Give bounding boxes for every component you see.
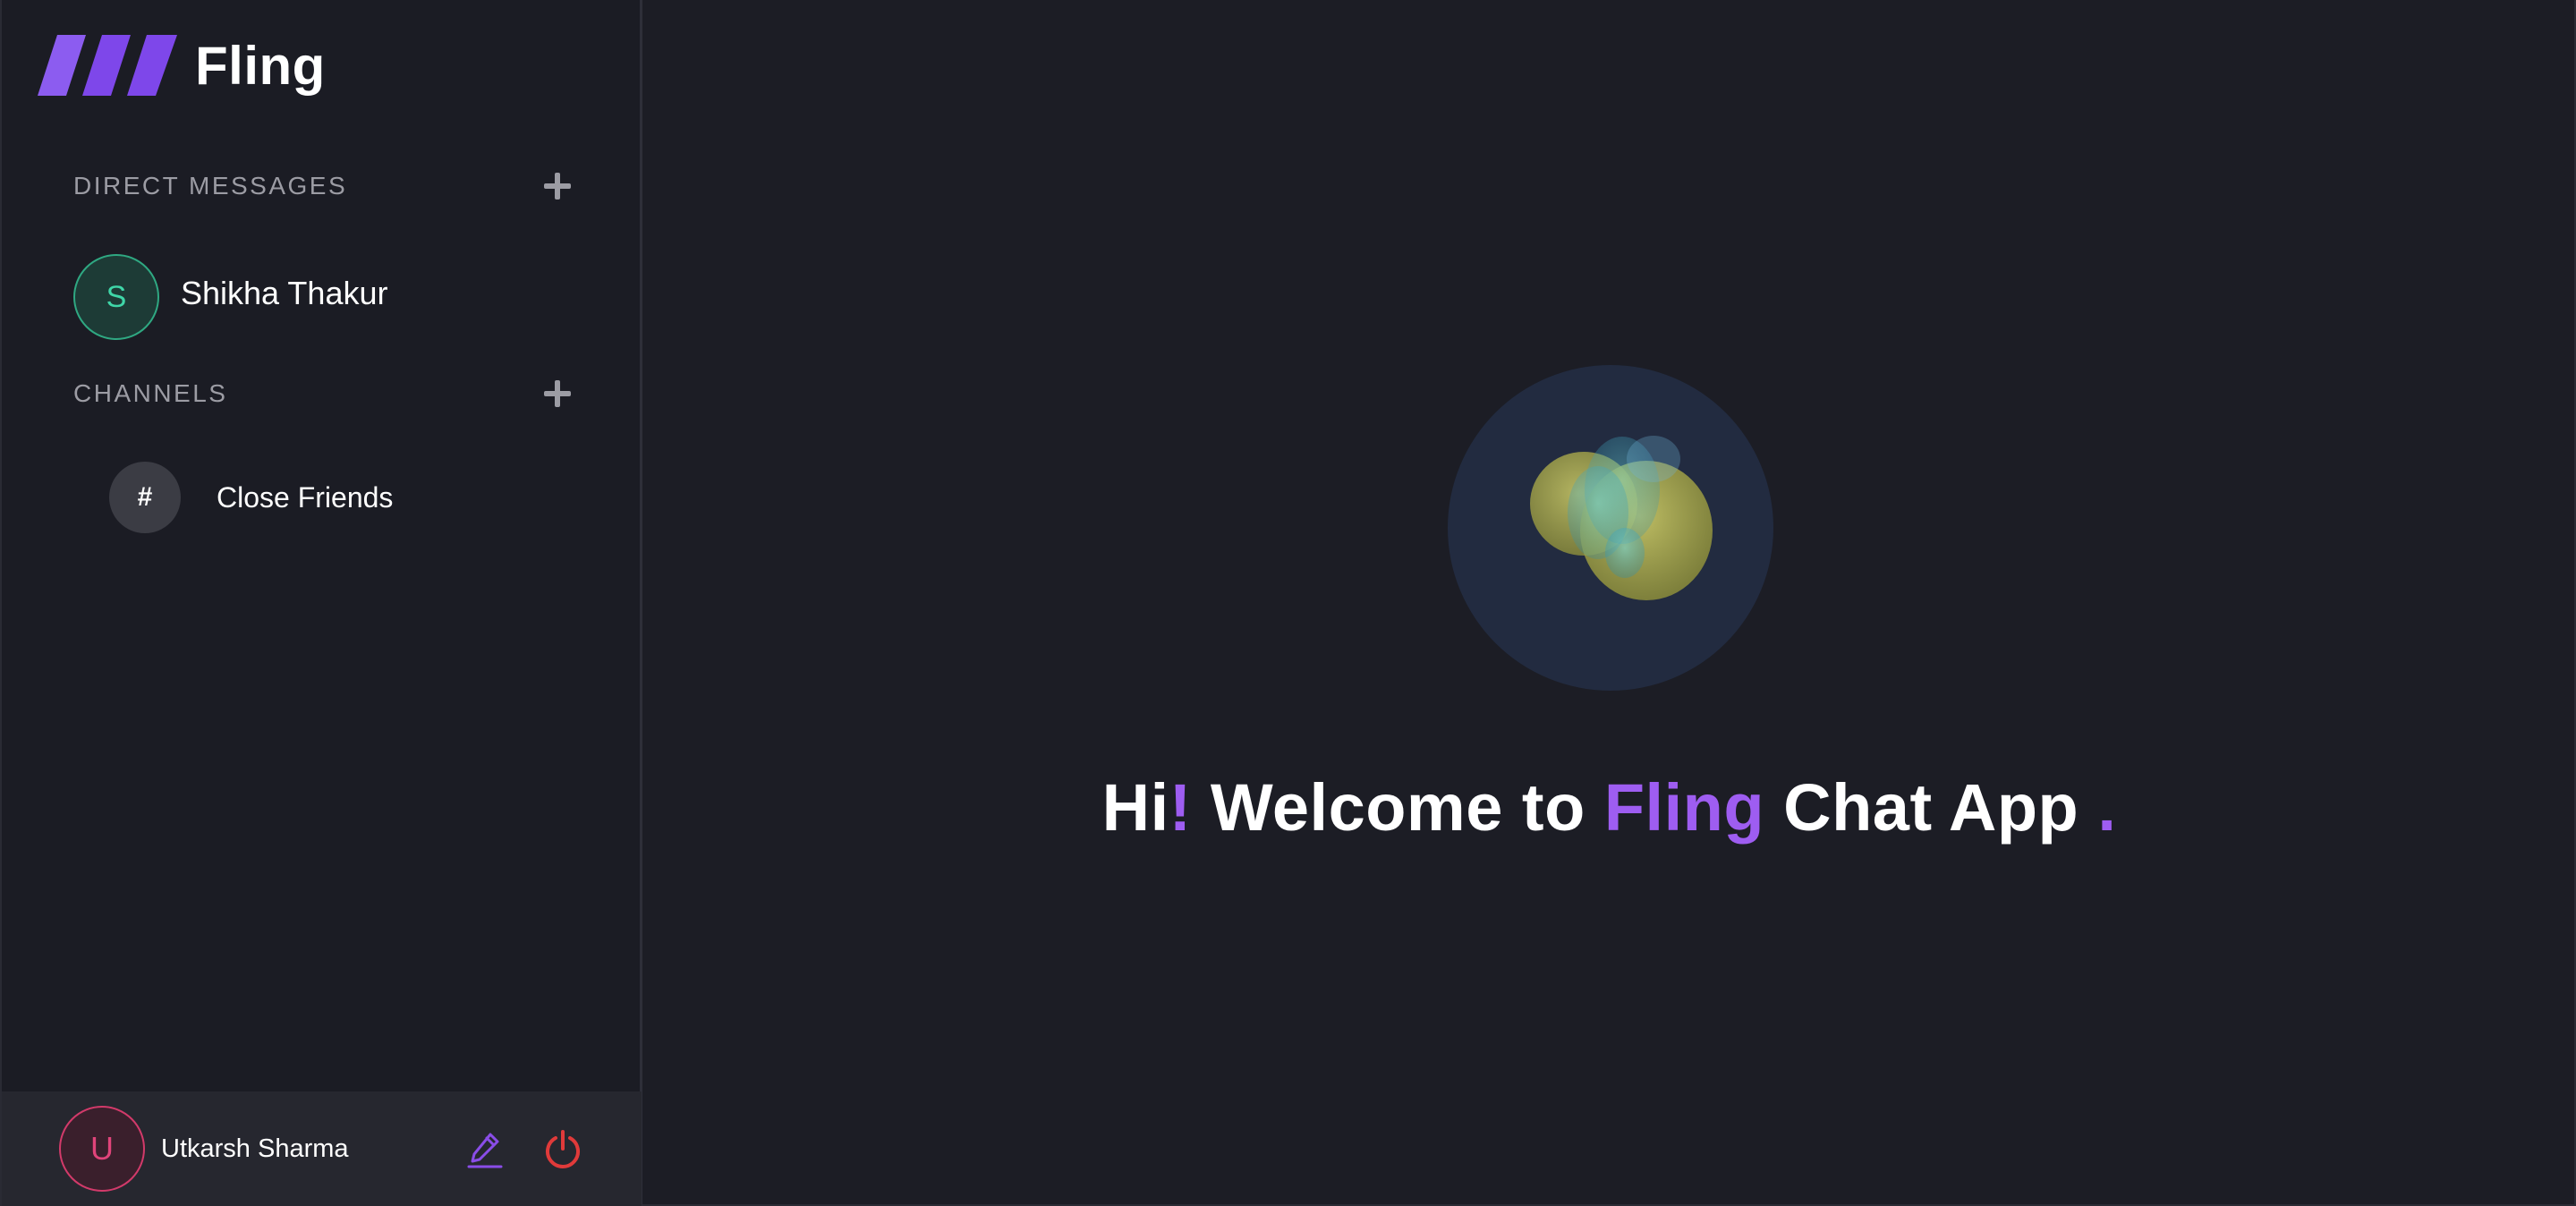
dm-contact-name: Shikha Thakur: [181, 275, 388, 311]
main-panel: Hi! Welcome to Fling Chat App .: [642, 0, 2576, 1206]
brand: Fling: [38, 34, 326, 97]
channels-title: CHANNELS: [73, 379, 228, 407]
channels-header: CHANNELS: [73, 371, 574, 416]
avatar-initial: S: [106, 279, 127, 314]
power-icon[interactable]: [542, 1129, 583, 1170]
welcome-orb-illustration: [1448, 365, 1773, 691]
app-root: Fling DIRECT MESSAGES S Shikha Thakur CH…: [0, 0, 2576, 1206]
welcome-app-name: Fling: [1603, 770, 1765, 845]
hash-icon: #: [109, 462, 181, 533]
welcome-hi: Hi: [1101, 770, 1169, 845]
sidebar: Fling DIRECT MESSAGES S Shikha Thakur CH…: [0, 0, 642, 1206]
dm-item-shikha-thakur[interactable]: S Shikha Thakur: [73, 254, 387, 340]
welcome-dot: .: [2097, 770, 2117, 845]
edit-icon[interactable]: [465, 1129, 505, 1168]
direct-messages-title: DIRECT MESSAGES: [73, 172, 348, 200]
profile-name: Utkarsh Sharma: [161, 1134, 349, 1163]
channel-name: Close Friends: [217, 480, 394, 514]
channel-item-close-friends[interactable]: # Close Friends: [109, 462, 393, 533]
avatar: S: [73, 254, 159, 340]
user-avatar[interactable]: U: [59, 1106, 145, 1192]
welcome-rest: Chat App: [1783, 770, 2079, 845]
brand-name: Fling: [195, 35, 326, 96]
user-avatar-initial: U: [90, 1130, 114, 1167]
direct-messages-header: DIRECT MESSAGES: [73, 164, 574, 208]
add-direct-message-icon[interactable]: [540, 169, 574, 203]
add-channel-icon[interactable]: [540, 377, 574, 411]
fling-logo-icon: [38, 35, 177, 96]
welcome-text: Welcome to: [1210, 770, 1586, 845]
profile-bar: U Utkarsh Sharma: [2, 1091, 642, 1206]
welcome-exclaim: !: [1169, 770, 1192, 845]
welcome-heading: Hi! Welcome to Fling Chat App .: [642, 769, 2576, 845]
